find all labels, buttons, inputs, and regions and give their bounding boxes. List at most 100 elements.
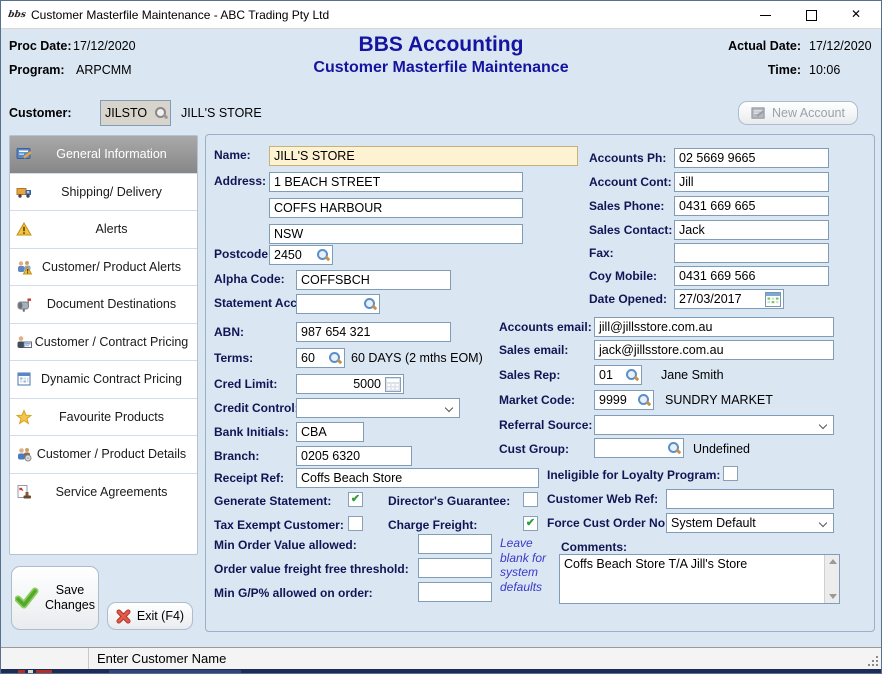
terms-input[interactable]: 60 [296, 348, 345, 368]
customer-web-ref-input[interactable] [666, 489, 834, 509]
sidebar-item-alerts[interactable]: Alerts [10, 211, 197, 249]
sales-email-input[interactable]: jack@jillsstore.com.au [594, 340, 834, 360]
sidebar-item-customer-contract-pricing[interactable]: Customer / Contract Pricing [10, 324, 197, 362]
ineligible-loyalty-checkbox[interactable] [723, 466, 738, 481]
fax-input[interactable] [674, 243, 829, 263]
statement-acc-search-icon[interactable] [363, 297, 377, 311]
receipt-ref-input[interactable]: Coffs Beach Store [296, 468, 539, 488]
calculator-icon[interactable] [385, 377, 401, 392]
comments-scrollbar[interactable] [824, 555, 839, 603]
background-window-edge [1, 669, 881, 674]
postcode-input[interactable]: 2450 [269, 245, 333, 265]
market-code-search-icon[interactable] [637, 393, 651, 407]
address-line1-input[interactable]: 1 BEACH STREET [269, 172, 523, 192]
branch-input[interactable]: 0205 6320 [296, 446, 412, 466]
minimize-button[interactable] [743, 1, 788, 29]
title-bar: Customer Masterfile Maintenance - ABC Tr… [1, 1, 881, 29]
customer-code-input[interactable]: JILSTO [100, 100, 171, 126]
sales-email-label: Sales email: [499, 343, 568, 357]
save-label-line1: Save [56, 583, 85, 597]
market-code-label: Market Code: [499, 393, 575, 407]
min-order-value-input[interactable] [418, 534, 492, 554]
abn-label: ABN: [214, 325, 244, 339]
exit-button[interactable]: Exit (F4) [107, 602, 193, 630]
sales-rep-input[interactable]: 01 [594, 365, 642, 385]
sidebar-item-dynamic-contract-pricing[interactable]: Dynamic Contract Pricing [10, 361, 197, 399]
sidebar-item-customer-product-alerts[interactable]: Customer/ Product Alerts [10, 249, 197, 287]
generate-statement-checkbox[interactable] [348, 492, 363, 507]
freight-free-threshold-input[interactable] [418, 558, 492, 578]
close-button[interactable] [835, 1, 880, 29]
postcode-search-icon[interactable] [316, 248, 330, 262]
fax-label: Fax: [589, 246, 614, 260]
address-line2-input[interactable]: COFFS HARBOUR [269, 198, 523, 218]
alpha-code-input[interactable]: COFFSBCH [296, 270, 451, 290]
bank-initials-input[interactable]: CBA [296, 422, 364, 442]
address-label: Address: [214, 174, 266, 188]
force-cust-order-label: Force Cust Order No: [547, 516, 669, 530]
comments-label: Comments: [561, 540, 627, 554]
customer-label: Customer: [9, 106, 72, 120]
coy-mobile-label: Coy Mobile: [589, 269, 657, 283]
cust-group-description: Undefined [693, 442, 750, 456]
terms-label: Terms: [214, 351, 253, 365]
directors-guarantee-label: Director's Guarantee: [388, 494, 510, 508]
status-message: Enter Customer Name [97, 651, 226, 666]
cust-group-input[interactable] [594, 438, 684, 458]
date-opened-label: Date Opened: [589, 292, 667, 306]
address-line3-input[interactable]: NSW [269, 224, 523, 244]
sales-phone-input[interactable]: 0431 669 665 [674, 196, 829, 216]
save-check-icon [15, 587, 39, 609]
accounts-email-label: Accounts email: [499, 320, 592, 334]
credit-control-select[interactable] [296, 398, 460, 418]
name-input[interactable]: JILL'S STORE [269, 146, 578, 166]
generate-statement-label: Generate Statement: [214, 494, 331, 508]
new-account-button[interactable]: New Account [738, 101, 858, 125]
calendar-icon[interactable] [765, 292, 781, 307]
cust-group-search-icon[interactable] [667, 441, 681, 455]
account-cont-input[interactable]: Jill [674, 172, 829, 192]
sidebar-item-shipping-delivery[interactable]: Shipping/ Delivery [10, 174, 197, 212]
directors-guarantee-checkbox[interactable] [523, 492, 538, 507]
sales-rep-search-icon[interactable] [625, 368, 639, 382]
charge-freight-checkbox[interactable] [523, 516, 538, 531]
sales-contact-label: Sales Contact: [589, 223, 672, 237]
time-value: 10:06 [809, 63, 840, 77]
save-changes-button[interactable]: Save Changes [11, 566, 99, 630]
force-cust-order-select[interactable]: System Default [666, 513, 834, 533]
cred-limit-input[interactable]: 5000 [296, 374, 404, 394]
market-code-input[interactable]: 9999 [594, 390, 654, 410]
abn-input[interactable]: 987 654 321 [296, 322, 451, 342]
charge-freight-label: Charge Freight: [388, 518, 477, 532]
accounts-email-input[interactable]: jill@jillsstore.com.au [594, 317, 834, 337]
referral-source-select[interactable] [594, 415, 834, 435]
sales-contact-input[interactable]: Jack [674, 220, 829, 240]
sales-rep-label: Sales Rep: [499, 368, 560, 382]
name-label: Name: [214, 148, 251, 162]
resize-grip[interactable] [868, 656, 878, 666]
terms-search-icon[interactable] [328, 351, 342, 365]
comments-text[interactable]: Coffs Beach Store T/A Jill's Store [560, 555, 824, 603]
min-order-value-label: Min Order Value allowed: [214, 538, 357, 552]
min-gp-label: Min G/P% allowed on order: [214, 586, 373, 600]
receipt-ref-label: Receipt Ref: [214, 471, 284, 485]
ineligible-loyalty-label: Ineligible for Loyalty Program: [547, 468, 720, 482]
customer-search-icon[interactable] [154, 106, 168, 120]
coy-mobile-input[interactable]: 0431 669 566 [674, 266, 829, 286]
status-bar: Enter Customer Name [1, 647, 881, 669]
tax-exempt-checkbox[interactable] [348, 516, 363, 531]
comments-box[interactable]: Coffs Beach Store T/A Jill's Store [559, 554, 840, 604]
min-gp-input[interactable] [418, 582, 492, 602]
sidebar-item-document-destinations[interactable]: Document Destinations [10, 286, 197, 324]
maximize-button[interactable] [789, 1, 834, 29]
statement-acc-input[interactable] [296, 294, 380, 314]
market-code-description: SUNDRY MARKET [665, 393, 773, 407]
sidebar-item-customer-product-details[interactable]: Customer / Product Details [10, 436, 197, 474]
sidebar-item-favourite-products[interactable]: Favourite Products [10, 399, 197, 437]
sidebar-item-general-information[interactable]: General Information [10, 136, 197, 174]
sidebar-item-service-agreements[interactable]: Service Agreements [10, 474, 197, 512]
statement-acc-label: Statement Acc: [214, 296, 301, 310]
date-opened-input[interactable]: 27/03/2017 [674, 289, 784, 309]
accounts-ph-label: Accounts Ph: [589, 151, 666, 165]
accounts-ph-input[interactable]: 02 5669 9665 [674, 148, 829, 168]
